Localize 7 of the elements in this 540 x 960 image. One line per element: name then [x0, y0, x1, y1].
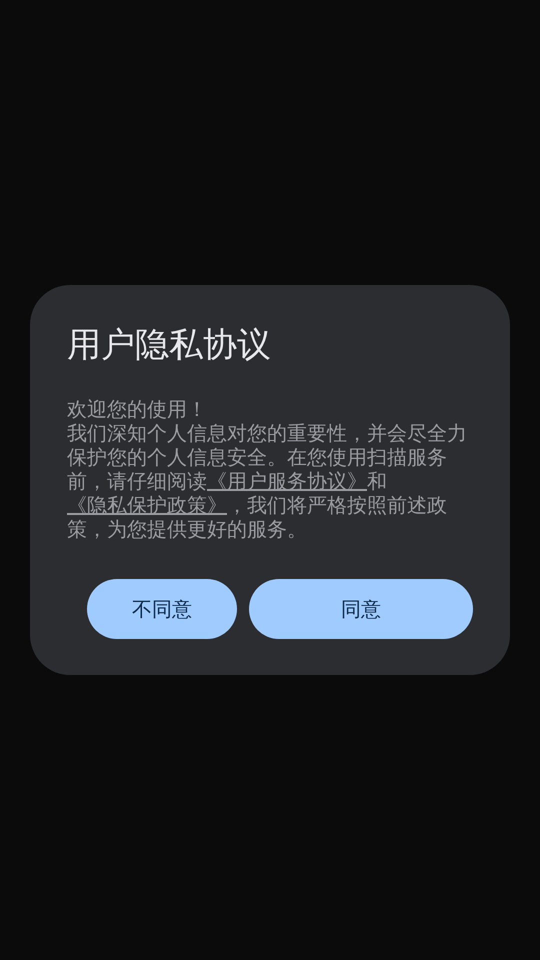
disagree-button[interactable]: 不同意 — [87, 579, 237, 639]
agreement-link[interactable]: 《隐私保护政策》 — [67, 493, 227, 517]
agreement-paragraph: 我们深知个人信息对您的重要性，并会尽全力保护您的个人信息安全。在您使用扫描服务前，请仔细阅读《用户服务协议》和 《隐私保护政策》，我们将严格按照前述政策，为您提供更好的服务。 — [67, 421, 468, 541]
agreement-link[interactable]: 《用户服务协议》 — [207, 469, 367, 493]
greeting-text: 欢迎您的使用！ — [67, 397, 208, 421]
agree-button[interactable]: 同意 — [248, 579, 473, 639]
dialog-title: 用户隐私协议 — [67, 324, 272, 367]
